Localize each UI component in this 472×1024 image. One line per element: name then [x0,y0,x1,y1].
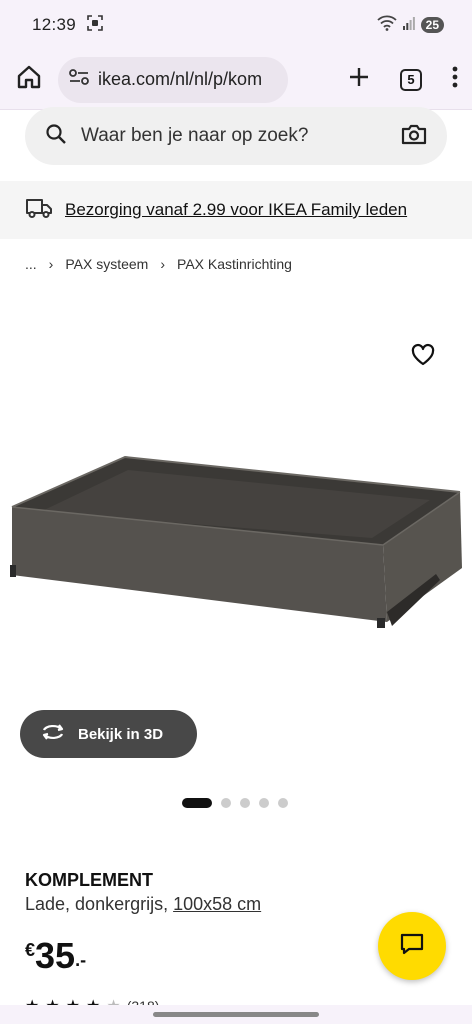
new-tab-icon[interactable] [348,66,370,93]
wifi-icon [377,15,397,36]
chevron-right-icon: › [160,256,166,272]
pagination-dot[interactable] [259,798,269,808]
status-time: 12:39 [32,15,77,34]
pagination-dot-active[interactable] [182,798,212,808]
overflow-menu-icon[interactable] [452,66,458,93]
chat-icon [399,932,425,961]
battery-indicator: 25 [420,17,444,33]
pagination-dot[interactable] [278,798,288,808]
product-name: KOMPLEMENT [25,870,153,890]
browser-toolbar: ikea.com/nl/nl/p/kom 5 [0,50,472,110]
camera-search-icon[interactable] [401,123,427,150]
search-placeholder: Waar ben je naar op zoek? [81,125,309,146]
pagination-dot[interactable] [221,798,231,808]
delivery-banner-link[interactable]: Bezorging vanaf 2.99 voor IKEA Family le… [65,200,407,220]
delivery-banner[interactable]: Bezorging vanaf 2.99 voor IKEA Family le… [0,181,472,239]
price-currency: € [25,940,36,960]
site-settings-icon[interactable] [68,67,90,92]
breadcrumb-item-pax-kastinrichting[interactable]: PAX Kastinrichting [177,256,292,272]
chevron-right-icon: › [48,256,54,272]
search-icon [45,123,67,150]
delivery-truck-icon [25,197,53,224]
breadcrumb-item-more[interactable]: ... [25,256,37,272]
view-in-3d-button[interactable]: Bekijk in 3D [20,710,197,758]
image-pagination [182,798,288,808]
product-type-text: Lade, donkergrijs, [25,894,174,914]
rotate-3d-icon [40,722,66,747]
product-size-link[interactable]: 100x58 cm [173,894,261,914]
status-bar: 12:39 25 [0,0,472,50]
breadcrumb-item-pax-systeem[interactable]: PAX systeem [65,256,148,272]
breadcrumb: ... › PAX systeem › PAX Kastinrichting [25,256,292,272]
price-amount: 35 [35,935,76,976]
signal-icon [402,16,415,35]
pagination-dot[interactable] [240,798,250,808]
favorite-heart-icon[interactable] [410,342,436,368]
screenshot-icon [86,14,104,37]
tab-switcher-button[interactable]: 5 [400,68,422,91]
product-image[interactable] [0,300,472,700]
url-text: ikea.com/nl/nl/p/kom [98,69,263,89]
home-icon[interactable] [16,64,42,95]
product-description: Lade, donkergrijs, 100x58 cm [25,894,261,915]
product-price: € 35 .- [25,936,86,976]
price-suffix: .- [75,950,87,970]
chat-button[interactable] [378,912,446,980]
address-bar[interactable]: ikea.com/nl/nl/p/kom [58,56,288,103]
view-in-3d-label: Bekijk in 3D [78,725,164,743]
search-input[interactable]: Waar ben je naar op zoek? [25,107,447,165]
home-indicator[interactable] [153,1012,319,1017]
